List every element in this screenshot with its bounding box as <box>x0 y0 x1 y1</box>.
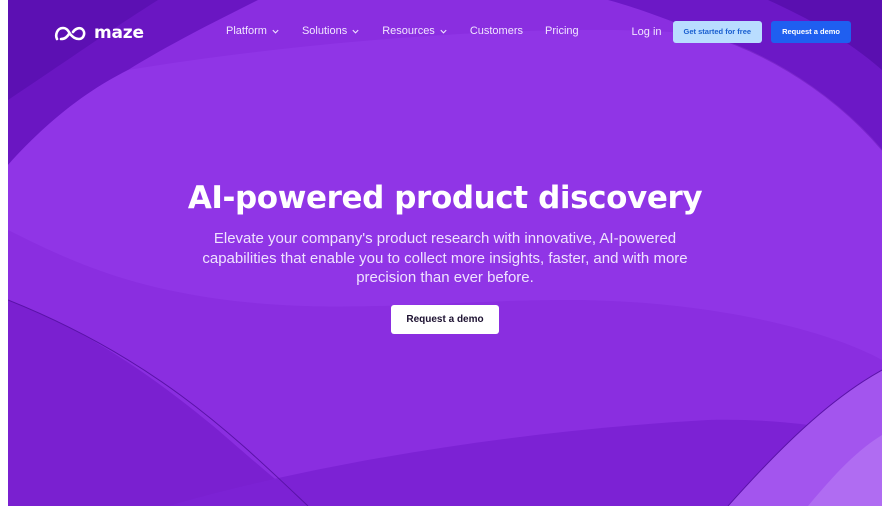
request-demo-nav-button[interactable]: Request a demo <box>771 21 851 43</box>
nav-item-resources[interactable]: Resources <box>382 25 448 37</box>
nav-item-customers[interactable]: Customers <box>470 25 523 37</box>
chevron-down-icon <box>272 29 279 34</box>
nav-item-platform[interactable]: Platform <box>226 25 280 37</box>
nav-actions: Log in Get started for free Request a de… <box>632 21 851 43</box>
brand-name: maze <box>94 23 144 43</box>
nav-item-label: Customers <box>469 25 523 37</box>
main-menu: Platform Solutions Resources Customers P… <box>226 25 601 37</box>
hero-section: AI-powered product discovery Elevate you… <box>8 176 882 334</box>
nav-item-label: Resources <box>382 25 435 37</box>
nav-item-label: Solutions <box>301 25 348 37</box>
maze-logo-icon <box>54 26 86 41</box>
nav-item-label: Platform <box>226 25 267 37</box>
top-navigation: maze Platform Solutions Resources Custom… <box>8 0 882 66</box>
browser-viewport: maze Platform Solutions Resources Custom… <box>8 0 882 506</box>
nav-item-label: Pricing <box>545 25 579 37</box>
chevron-down-icon <box>352 29 359 34</box>
hero-title: AI-powered product discovery <box>187 180 703 216</box>
request-demo-hero-button[interactable]: Request a demo <box>391 304 499 334</box>
hero-subtitle: Elevate your company's product research … <box>202 230 688 286</box>
chevron-down-icon <box>440 29 447 34</box>
brand-logo[interactable]: maze <box>54 21 144 45</box>
nav-item-pricing[interactable]: Pricing <box>545 25 579 37</box>
nav-item-solutions[interactable]: Solutions <box>302 25 360 37</box>
get-started-button[interactable]: Get started for free <box>672 21 763 43</box>
login-link[interactable]: Log in <box>632 26 662 38</box>
